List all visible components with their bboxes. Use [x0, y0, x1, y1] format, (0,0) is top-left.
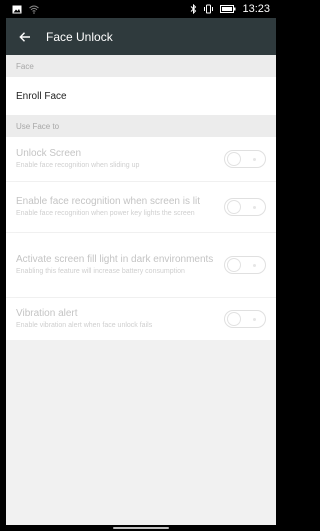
screen-lit-toggle[interactable] — [224, 198, 266, 216]
toggle-dot — [253, 264, 256, 267]
back-arrow-icon — [19, 31, 30, 42]
navigation-bar — [6, 525, 276, 531]
setting-face-recognition-screen-lit: Enable face recognition when screen is l… — [6, 182, 276, 232]
section-header-use-face-to: Use Face to — [6, 115, 276, 137]
setting-description: Enable face recognition when sliding up — [16, 162, 140, 169]
unlock-screen-toggle[interactable] — [224, 150, 266, 168]
toggle-knob — [227, 152, 241, 166]
enroll-face-label: Enroll Face — [16, 90, 67, 102]
toggle-knob — [227, 200, 241, 214]
setting-description: Enable vibration alert when face unlock … — [16, 322, 153, 329]
setting-unlock-screen: Unlock Screen Enable face recognition wh… — [6, 137, 276, 181]
status-bar: 13:23 — [6, 0, 276, 18]
bluetooth-icon — [190, 4, 197, 14]
toggle-dot — [253, 158, 256, 161]
setting-vibration-alert: Vibration alert Enable vibration alert w… — [6, 298, 276, 340]
toggle-knob — [227, 258, 241, 272]
app-bar: Face Unlock — [6, 18, 276, 55]
fill-light-toggle[interactable] — [224, 256, 266, 274]
setting-description: Enable face recognition when power key l… — [16, 210, 195, 217]
setting-title: Enable face recognition when screen is l… — [16, 196, 200, 207]
setting-description: Enabling this feature will increase batt… — [16, 268, 185, 275]
page-title: Face Unlock — [46, 29, 113, 44]
image-notification-icon — [12, 5, 22, 14]
toggle-knob — [227, 312, 241, 326]
setting-screen-fill-light: Activate screen fill light in dark envir… — [6, 233, 276, 297]
setting-title: Vibration alert — [16, 308, 78, 319]
setting-title: Activate screen fill light in dark envir… — [16, 254, 214, 265]
section-header-face: Face — [6, 55, 276, 77]
status-right: 13:23 — [190, 3, 270, 15]
vibration-alert-toggle[interactable] — [224, 310, 266, 328]
battery-icon — [220, 5, 236, 13]
back-button[interactable] — [16, 28, 34, 46]
vibrate-icon — [203, 4, 214, 14]
setting-title: Unlock Screen — [16, 148, 82, 159]
home-gesture-handle[interactable] — [113, 527, 169, 529]
toggle-dot — [253, 206, 256, 209]
phone-screen: 13:23 Face Unlock Face Enroll Face Use F… — [6, 0, 276, 531]
enroll-face-item[interactable]: Enroll Face — [6, 77, 276, 115]
wifi-icon — [29, 5, 39, 14]
toggle-dot — [253, 318, 256, 321]
status-left — [12, 5, 39, 14]
status-time: 13:23 — [242, 3, 270, 15]
